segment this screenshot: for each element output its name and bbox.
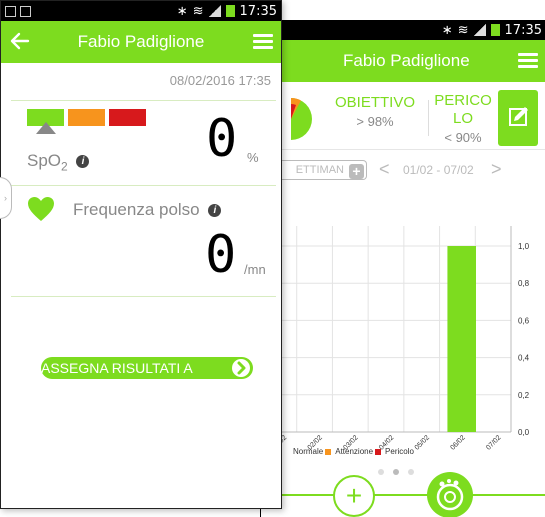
stage: ∗ ≋ 17:35 Fabio Padiglione OBIETTIVO > 9… (0, 0, 545, 517)
week-chip-label: ETTIMAN (295, 164, 344, 176)
spo2-history-chart: 0,00,20,40,60,81,001/0202/0203/0204/0205… (261, 226, 530, 452)
y-tick-label: 0,8 (518, 279, 530, 288)
danger-threshold: PERICO LO < 90% (433, 92, 493, 147)
signal-icon (208, 5, 221, 17)
wifi-icon: ≋ (192, 3, 204, 19)
scale-pointer-icon (36, 122, 56, 134)
divider (11, 296, 276, 297)
battery-icon (225, 5, 235, 17)
goal-target: OBIETTIVO > 98% (335, 94, 415, 129)
side-drawer-handle[interactable]: › (0, 177, 12, 219)
assign-results-label: ASSEGNA RISULTATI A (41, 360, 193, 376)
previous-period-button[interactable]: < (379, 159, 390, 180)
edit-icon (509, 107, 528, 126)
pulse-label: Frequenza polso i (73, 200, 222, 220)
bottom-bar (261, 494, 545, 496)
bluetooth-icon: ∗ (441, 22, 453, 38)
page-dot[interactable] (378, 469, 384, 475)
y-tick-label: 0,6 (518, 316, 530, 325)
page-dot[interactable] (408, 469, 414, 475)
bluetooth-icon: ∗ (176, 3, 188, 19)
divider (11, 100, 276, 101)
oxygen-icon (436, 479, 464, 511)
page-indicator (378, 469, 414, 475)
danger-label-line1: PERICO (434, 92, 492, 109)
clock: 17:35 (504, 22, 542, 38)
app-bar: Fabio Padiglione (261, 40, 545, 82)
heart-icon (28, 197, 54, 221)
patient-name: Fabio Padiglione (343, 51, 470, 70)
clock: 17:35 (239, 3, 277, 19)
divider (11, 185, 276, 186)
chevron-right-icon (232, 359, 250, 377)
scale-attention (68, 109, 105, 126)
info-icon[interactable]: i (208, 204, 222, 218)
result-pie-chart (291, 98, 312, 140)
y-tick-label: 0,4 (518, 354, 530, 363)
edit-goal-button[interactable] (498, 90, 538, 146)
legend-item-normal: Normale (293, 447, 332, 456)
menu-icon[interactable] (518, 53, 538, 69)
chart-legend: Normale Attenzione Pericolo (293, 447, 414, 456)
plus-icon: + (349, 164, 364, 179)
status-bar: ∗ ≋ 17:35 (261, 20, 545, 40)
history-screen: ∗ ≋ 17:35 Fabio Padiglione OBIETTIVO > 9… (260, 20, 545, 517)
danger-label-line2: LO (452, 110, 473, 127)
x-tick-label: 06/02 (449, 434, 466, 451)
y-tick-label: 0,2 (518, 391, 530, 400)
menu-icon[interactable] (253, 34, 273, 50)
status-bar: ∗ ≋ 17:35 (1, 1, 281, 21)
danger-value: < 90% (444, 130, 482, 145)
y-tick-label: 0,0 (518, 428, 530, 437)
battery-icon (490, 24, 500, 36)
period-selector: ETTIMAN + < 01/02 - 07/02 > (261, 159, 545, 183)
notification-icon (5, 5, 16, 17)
legend-item-attention: Attenzione (335, 447, 382, 456)
plus-icon: + (345, 480, 363, 511)
scale-danger (109, 109, 146, 126)
divider (428, 100, 429, 136)
y-tick-label: 1,0 (518, 242, 530, 251)
wifi-icon: ≋ (457, 22, 469, 38)
bar (447, 246, 476, 432)
measurement-date: 08/02/2016 17:35 (169, 73, 271, 88)
oximeter-button[interactable] (427, 472, 473, 517)
spo2-value: 0 (206, 109, 238, 169)
page-dot[interactable] (393, 469, 399, 475)
period-range: 01/02 - 07/02 (403, 163, 474, 177)
patient-name: Fabio Padiglione (77, 32, 205, 51)
next-period-button[interactable]: > (491, 159, 502, 180)
app-bar: Fabio Padiglione (1, 21, 281, 63)
goal-value: > 98% (356, 114, 394, 129)
x-tick-label: 07/02 (485, 434, 502, 451)
pulse-unit: /mn (244, 262, 266, 277)
spo2-unit: % (247, 150, 259, 165)
image-icon (20, 5, 31, 17)
add-measurement-button[interactable]: + (333, 475, 375, 517)
measurement-screen: ∗ ≋ 17:35 Fabio Padiglione 08/02/2016 17… (0, 0, 282, 509)
assign-results-button[interactable]: ASSEGNA RISULTATI A (41, 357, 253, 379)
spo2-label: SpO2 i (27, 151, 90, 173)
signal-icon (473, 24, 486, 36)
x-tick-label: 05/02 (414, 434, 431, 451)
pulse-value: 0 (205, 225, 237, 285)
goal-label: OBIETTIVO (335, 94, 416, 111)
info-icon[interactable]: i (76, 155, 90, 169)
legend-item-danger: Pericolo (385, 447, 414, 456)
